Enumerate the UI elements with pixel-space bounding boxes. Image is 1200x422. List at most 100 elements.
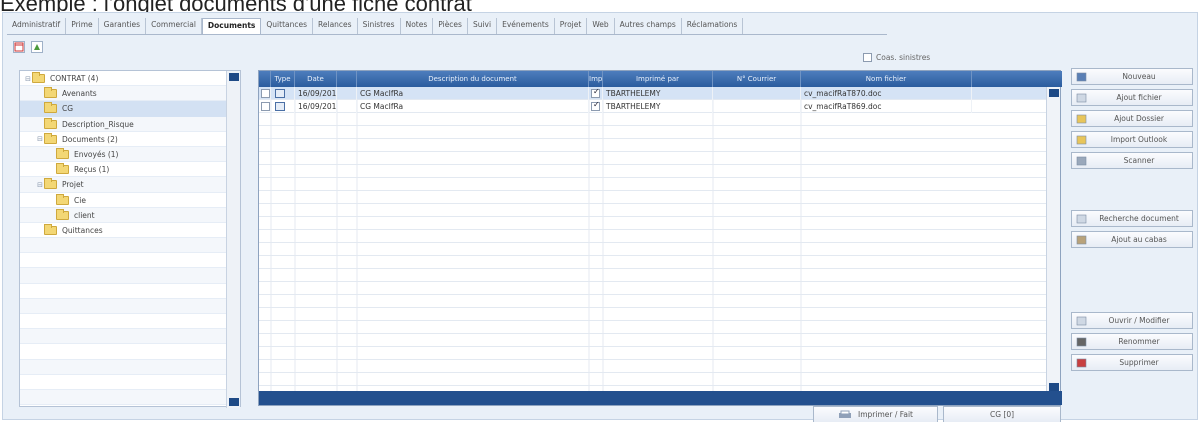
empty-row[interactable] xyxy=(259,191,1048,204)
empty-row[interactable] xyxy=(259,360,1048,373)
table-row[interactable]: 16/09/2016 CG MacIfRa TBARTHELEMY cv_macifR… xyxy=(259,86,1048,100)
ouvrir-modifier-button[interactable]: Ouvrir / Modifier xyxy=(1071,312,1193,329)
collapse-icon[interactable]: ⊟ xyxy=(36,135,44,143)
print-button[interactable]: Imprimer / Fait xyxy=(813,406,938,422)
empty-row[interactable] xyxy=(259,217,1048,230)
empty-row[interactable] xyxy=(259,334,1048,347)
row-checkbox[interactable] xyxy=(261,101,270,111)
printed-checkbox[interactable] xyxy=(591,101,600,111)
grid-vertical-scrollbar[interactable] xyxy=(1046,87,1060,393)
tab-administratif[interactable]: Administratif xyxy=(7,18,67,34)
cg-button[interactable]: CG [0] xyxy=(943,406,1061,422)
column-header[interactable]: Description du document xyxy=(357,71,589,87)
empty-row[interactable] xyxy=(259,165,1048,178)
column-header[interactable]: Date xyxy=(295,71,337,87)
column-header[interactable]: Nom fichier xyxy=(801,71,972,87)
collapse-icon[interactable]: ⊟ xyxy=(36,181,44,189)
button-label: Ajout fichier xyxy=(1116,93,1162,102)
empty-row[interactable] xyxy=(259,321,1048,334)
tab-commercial[interactable]: Commercial xyxy=(146,18,202,34)
tree-item[interactable]: ⊟ Documents (2) xyxy=(20,132,227,147)
empty-row[interactable] xyxy=(259,243,1048,256)
button-label: Recherche document xyxy=(1099,214,1179,223)
tree-item[interactable]: Description_Risque xyxy=(20,117,227,132)
tree-item[interactable]: client xyxy=(20,208,227,223)
column-header[interactable] xyxy=(337,71,357,87)
button-label: Renommer xyxy=(1118,337,1160,346)
grid-scroll-down-icon[interactable] xyxy=(1049,383,1059,391)
nouveau-button[interactable]: Nouveau xyxy=(1071,68,1193,85)
delete-doc-icon[interactable] xyxy=(13,41,25,53)
tab-documents[interactable]: Documents xyxy=(201,18,262,34)
type-cell xyxy=(271,86,295,100)
tree-item[interactable]: Cie xyxy=(20,193,227,208)
tree-item[interactable]: CG xyxy=(20,101,227,117)
column-header[interactable]: Imprimé par xyxy=(603,71,713,87)
column-header[interactable]: Imp xyxy=(589,71,603,87)
empty-cell xyxy=(337,86,357,100)
scroll-down-icon[interactable] xyxy=(229,398,239,406)
sinistres-toggle[interactable]: Coas. sinistres xyxy=(863,53,930,62)
import-outlook-button[interactable]: Import Outlook xyxy=(1071,131,1193,148)
tree-scrollbar[interactable] xyxy=(226,71,240,408)
column-header[interactable]: Type xyxy=(271,71,295,87)
tree-item[interactable]: Quittances xyxy=(20,223,227,238)
grid-scroll-up-icon[interactable] xyxy=(1049,89,1059,97)
tab-quittances[interactable]: Quittances xyxy=(261,18,314,34)
empty-row[interactable] xyxy=(259,308,1048,321)
empty-row[interactable] xyxy=(259,152,1048,165)
tab-bar: Administratif Prime Garanties Commercial Doc… xyxy=(7,18,887,35)
empty-row[interactable] xyxy=(259,282,1048,295)
tree-item[interactable]: Reçus (1) xyxy=(20,162,227,177)
scroll-up-icon[interactable] xyxy=(229,73,239,81)
row-checkbox[interactable] xyxy=(261,88,270,98)
button-label: Import Outlook xyxy=(1110,135,1168,144)
recherche-document-button[interactable]: Recherche document xyxy=(1071,210,1193,227)
empty-row[interactable] xyxy=(259,347,1048,360)
table-row[interactable]: 16/09/2016 CG MacIfRa TBARTHELEMY cv_macifR… xyxy=(259,99,1048,113)
tab-sinistres[interactable]: Sinistres xyxy=(358,18,401,34)
column-header[interactable] xyxy=(259,71,271,87)
tab-projet[interactable]: Projet xyxy=(555,18,588,34)
column-header[interactable]: N° Courrier xyxy=(713,71,801,87)
empty-row[interactable] xyxy=(259,295,1048,308)
sinistres-checkbox[interactable] xyxy=(863,53,872,62)
word-doc-icon xyxy=(275,101,285,111)
ajout-fichier-button[interactable]: Ajout fichier xyxy=(1071,89,1193,106)
supprimer-button[interactable]: Supprimer xyxy=(1071,354,1193,371)
tab-suivi[interactable]: Suivi xyxy=(468,18,498,34)
empty-row[interactable] xyxy=(259,256,1048,269)
printed-checkbox[interactable] xyxy=(591,88,600,98)
empty-row[interactable] xyxy=(259,230,1048,243)
collapse-icon[interactable]: ⊟ xyxy=(24,75,32,83)
tab-web[interactable]: Web xyxy=(587,18,615,34)
empty-row[interactable] xyxy=(259,204,1048,217)
tree-item[interactable]: ⊟ CONTRAT (4) xyxy=(20,71,227,86)
scanner-button[interactable]: Scanner xyxy=(1071,152,1193,169)
new-icon xyxy=(1074,70,1088,83)
empty-row[interactable] xyxy=(259,126,1048,139)
tab-r-clamations[interactable]: Réclamations xyxy=(682,18,744,34)
ajout-dossier-button[interactable]: Ajout Dossier xyxy=(1071,110,1193,127)
tab-autres-champs[interactable]: Autres champs xyxy=(615,18,682,34)
ajout-au-cabas-button[interactable]: Ajout au cabas xyxy=(1071,231,1193,248)
tab-garanties[interactable]: Garanties xyxy=(99,18,147,34)
empty-row[interactable] xyxy=(259,139,1048,152)
tab-notes[interactable]: Notes xyxy=(401,18,434,34)
empty-row[interactable] xyxy=(259,269,1048,282)
grid-horizontal-scrollbar[interactable] xyxy=(259,391,1062,405)
empty-row[interactable] xyxy=(259,178,1048,191)
add-doc-icon[interactable] xyxy=(31,41,43,53)
tab-ev-nements[interactable]: Evénements xyxy=(497,18,555,34)
tree-row-stripe xyxy=(20,375,227,390)
tab-pi-ces[interactable]: Pièces xyxy=(433,18,468,34)
tree-item[interactable]: Avenants xyxy=(20,86,227,101)
tab-prime[interactable]: Prime xyxy=(66,18,99,34)
renommer-button[interactable]: Renommer xyxy=(1071,333,1193,350)
empty-row[interactable] xyxy=(259,113,1048,126)
tree-item-label: Reçus (1) xyxy=(74,165,110,175)
tab-relances[interactable]: Relances xyxy=(313,18,358,34)
tree-item[interactable]: ⊟ Projet xyxy=(20,177,227,192)
empty-row[interactable] xyxy=(259,373,1048,386)
tree-item[interactable]: Envoyés (1) xyxy=(20,147,227,162)
